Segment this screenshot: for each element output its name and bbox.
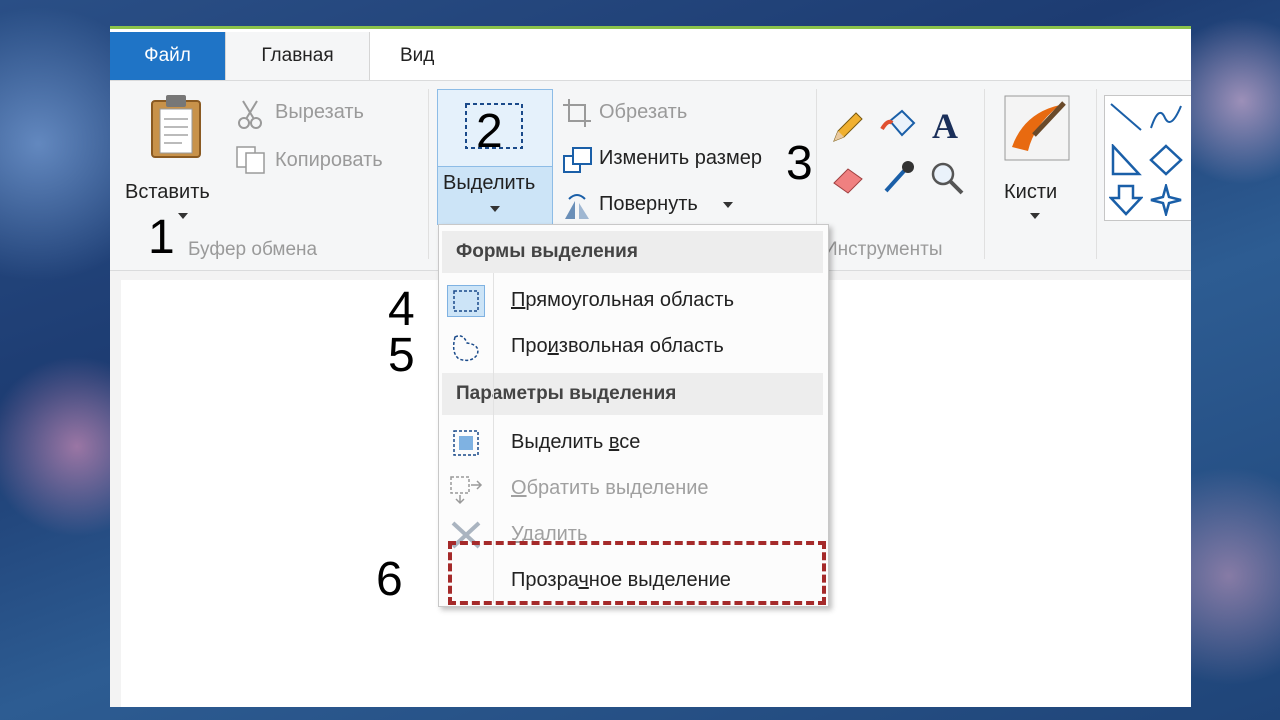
clipboard-icon <box>151 95 201 158</box>
rotate-icon <box>565 194 589 219</box>
pencil-icon[interactable] <box>830 111 864 145</box>
cut-label: Вырезать <box>275 101 364 123</box>
chevron-down-icon <box>1030 213 1040 219</box>
annotation-2: 2 <box>476 105 503 158</box>
resize-label: Изменить размер <box>599 147 762 169</box>
crop-button[interactable]: Обрезать <box>561 97 721 131</box>
eraser-icon[interactable] <box>830 161 866 195</box>
paste-label: Вставить <box>125 181 210 203</box>
rotate-label: Повернуть <box>599 193 698 215</box>
menu-item-select-all[interactable]: Выделить все <box>439 419 828 465</box>
group-separator <box>428 89 429 259</box>
crop-icon <box>563 99 591 127</box>
brush-icon <box>1004 95 1070 161</box>
paste-button[interactable]: Вставить <box>120 89 230 219</box>
group-separator <box>984 89 985 259</box>
menu-item-invert[interactable]: Обратить выделение <box>439 465 828 511</box>
diamond-shape-icon[interactable] <box>1149 144 1183 176</box>
shapes-gallery[interactable] <box>1104 95 1191 221</box>
annotation-1: 1 <box>148 211 175 264</box>
tab-view[interactable]: Вид <box>400 32 434 80</box>
chevron-down-icon <box>723 202 733 208</box>
annotation-5: 5 <box>388 329 415 382</box>
crop-label: Обрезать <box>599 101 688 123</box>
scissors-icon <box>238 100 262 129</box>
clipboard-group-label: Буфер обмена <box>188 239 318 260</box>
menu-label: Обратить выделение <box>511 477 709 499</box>
tab-file[interactable]: Файл <box>110 32 225 80</box>
chevron-down-icon <box>490 206 500 212</box>
rect-select-icon <box>447 285 485 317</box>
arrow-down-shape-icon[interactable] <box>1109 184 1143 216</box>
select-label: Выделить <box>443 172 536 194</box>
annotation-3: 3 <box>786 137 813 190</box>
ribbon-tabs: Файл Главная Вид <box>110 29 1191 81</box>
brushes-label: Кисти <box>1004 181 1058 203</box>
options-header: Параметры выделения <box>442 373 823 415</box>
shapes-header: Формы выделения <box>442 231 823 273</box>
menu-label: Произвольная область <box>511 335 724 357</box>
copy-button[interactable]: Копировать <box>235 143 415 177</box>
brushes-button[interactable]: Кисти <box>994 89 1094 219</box>
annotation-6: 6 <box>376 553 403 606</box>
resize-button[interactable]: Изменить размер <box>561 143 791 177</box>
invert-select-icon <box>447 473 485 505</box>
triangle-shape-icon[interactable] <box>1109 144 1143 176</box>
magnifier-icon[interactable] <box>930 161 964 195</box>
copy-icon <box>236 146 265 174</box>
select-all-icon <box>447 427 485 459</box>
chevron-down-icon <box>178 213 188 219</box>
tab-home[interactable]: Главная <box>225 32 370 80</box>
color-picker-icon[interactable] <box>882 159 916 195</box>
highlight-frame <box>448 541 826 605</box>
cut-button[interactable]: Вырезать <box>235 97 395 131</box>
star-shape-icon[interactable] <box>1149 184 1183 216</box>
menu-item-freeform[interactable]: Произвольная область <box>439 323 828 369</box>
menu-item-rectangular[interactable]: Прямоугольная область <box>439 277 828 323</box>
menu-label: Прямоугольная область <box>511 289 734 311</box>
rotate-button[interactable]: Повернуть <box>561 189 741 223</box>
resize-icon <box>563 147 592 173</box>
curve-shape-icon[interactable] <box>1149 102 1183 132</box>
freeform-select-icon <box>447 331 485 363</box>
fill-bucket-icon[interactable] <box>880 109 918 145</box>
group-separator <box>1096 89 1097 259</box>
text-tool-icon[interactable]: A <box>932 105 958 147</box>
menu-label: Выделить все <box>511 431 641 453</box>
tools-group-label: Инструменты <box>824 239 943 260</box>
line-shape-icon[interactable] <box>1109 102 1143 132</box>
copy-label: Копировать <box>275 149 383 171</box>
